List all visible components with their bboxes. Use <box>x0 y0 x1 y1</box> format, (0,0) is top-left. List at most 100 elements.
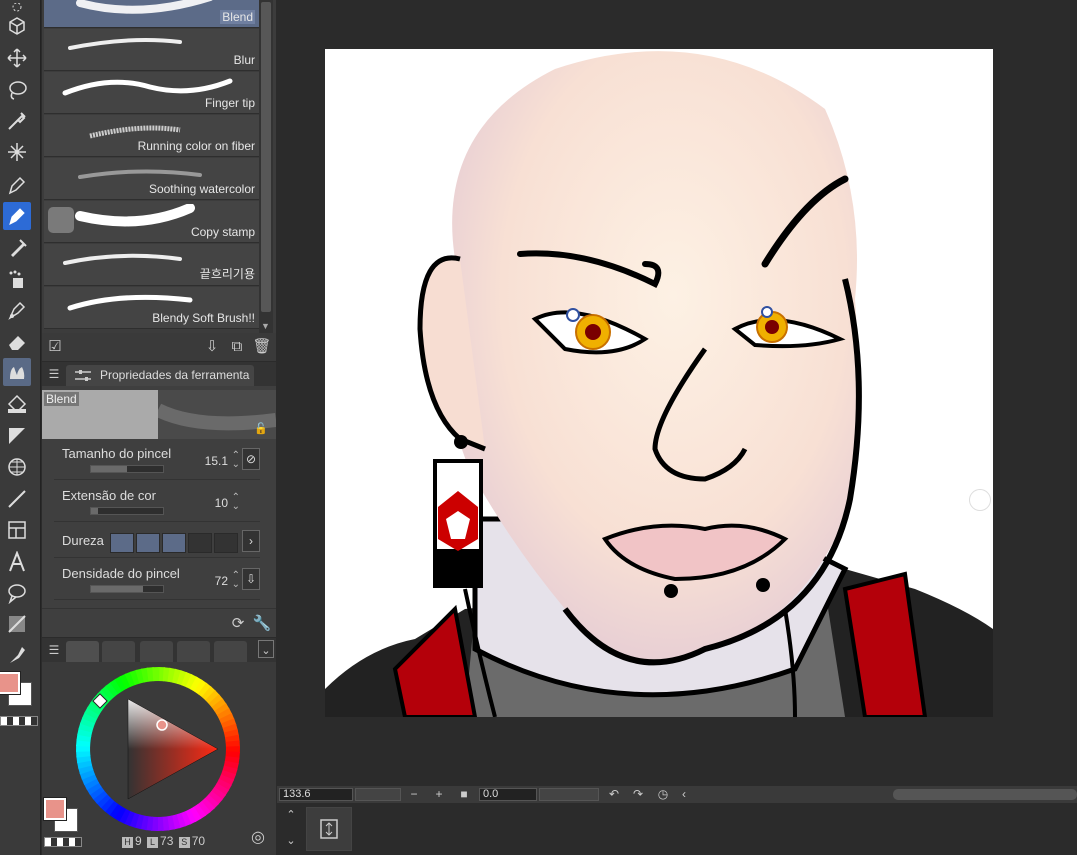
airbrush-icon[interactable] <box>3 234 31 262</box>
canvas-area[interactable] <box>277 0 1077 786</box>
brush-item-blend[interactable]: Blend <box>44 0 259 28</box>
chevron-left-icon[interactable]: ‹ <box>677 787 691 801</box>
panel-transparent-color[interactable] <box>44 837 82 847</box>
transparent-color[interactable] <box>0 716 38 726</box>
brush-name: Blend <box>220 10 255 24</box>
brush-size-value[interactable]: 15.1 <box>205 454 228 468</box>
menu-icon[interactable]: ☰ <box>44 364 64 384</box>
main-sub-color-swatch[interactable] <box>0 672 34 708</box>
object-select-icon[interactable] <box>3 13 31 41</box>
timeline-toggle-button[interactable] <box>306 807 352 851</box>
wrench-icon[interactable]: 🔧 <box>252 614 272 634</box>
hardness-label: Dureza <box>62 533 104 548</box>
brush-item-soothing-watercolor[interactable]: Soothing watercolor <box>44 158 259 200</box>
rotate-right-icon[interactable]: ↷ <box>631 787 645 801</box>
line-tool-icon[interactable] <box>3 485 31 513</box>
eyedropper-icon[interactable] <box>3 107 31 135</box>
tab-color-slider[interactable] <box>102 641 135 662</box>
horizontal-scrollbar[interactable] <box>893 789 1077 800</box>
brush-item-blendy-soft[interactable]: Blendy Soft Brush!! <box>44 287 259 329</box>
hardness-step[interactable] <box>136 533 160 553</box>
rotation-field[interactable]: 0.0 <box>479 788 537 801</box>
import-icon[interactable]: ⇩ <box>202 337 222 357</box>
tab-intermediate-color[interactable] <box>177 641 210 662</box>
balloon-icon[interactable] <box>3 579 31 607</box>
tab-tool-property[interactable]: Propriedades da ferramenta <box>66 365 254 386</box>
chevron-down-icon[interactable]: ⌄ <box>258 640 274 658</box>
hardness-step[interactable] <box>162 533 186 553</box>
chevron-right-icon[interactable]: › <box>242 530 260 552</box>
decoration-icon[interactable] <box>3 265 31 293</box>
spin-icon[interactable]: ⌃ ⌄ <box>232 451 240 470</box>
main-color[interactable] <box>0 672 20 694</box>
move-icon[interactable] <box>3 44 31 72</box>
sub-tool-settings-icon[interactable]: ☑ <box>45 337 65 357</box>
tab-color-wheel[interactable] <box>66 641 99 662</box>
text-tool-icon[interactable] <box>3 548 31 576</box>
main-color[interactable] <box>44 798 66 820</box>
zoom-slider[interactable] <box>355 788 401 801</box>
color-tabbar: ☰ ⌄ <box>42 638 276 662</box>
ink-pen-icon[interactable] <box>3 296 31 324</box>
panel-frame-icon[interactable] <box>3 516 31 544</box>
zoom-out-icon[interactable]: − <box>407 787 421 801</box>
scroll-thumb[interactable] <box>261 2 271 312</box>
eraser-icon[interactable] <box>3 327 31 355</box>
l-value: 73 <box>160 834 174 848</box>
tab-color-set[interactable] <box>140 641 173 662</box>
tab-approximate-color[interactable] <box>214 641 247 662</box>
zoom-field[interactable]: 133.6 <box>279 788 353 801</box>
lasso-icon[interactable] <box>3 76 31 104</box>
hardness-step[interactable] <box>214 533 238 553</box>
color-wheel[interactable] <box>74 665 242 833</box>
density-effect-icon[interactable]: ⇩ <box>242 568 260 590</box>
hardness-step[interactable] <box>188 533 212 553</box>
brush-density-label: Densidade do pincel <box>62 566 180 581</box>
zoom-in-icon[interactable]: + <box>432 787 446 801</box>
brush-item-copy-stamp[interactable]: Copy stamp <box>44 201 259 243</box>
brush-item-running-color[interactable]: Running color on fiber <box>44 115 259 157</box>
chevron-up-icon[interactable]: ⌃ <box>281 805 301 825</box>
hardness-row: Dureza › <box>54 524 260 558</box>
brush-list-scrollbar[interactable]: ▼ <box>259 0 273 333</box>
brush-size-slider[interactable] <box>90 465 164 473</box>
double-chevron-down-icon[interactable]: ⌄ <box>281 831 301 851</box>
hardness-step[interactable] <box>110 533 134 553</box>
brush-list-panel: Blend Blur Finger tip Running color on f… <box>42 0 276 333</box>
rotate-left-icon[interactable]: ↶ <box>607 787 621 801</box>
drawing-canvas[interactable] <box>325 49 993 717</box>
hls-readout: H9 L 73 S 70 <box>120 834 205 848</box>
correct-line-icon[interactable] <box>3 641 31 669</box>
panel-main-sub-swatch[interactable] <box>44 798 80 834</box>
spin-icon[interactable]: ⌃ ⌄ <box>232 493 240 512</box>
fill-icon[interactable] <box>3 390 31 418</box>
brush-preview: Blend 🔓 <box>42 390 276 439</box>
brush-item-blur[interactable]: Blur <box>44 29 259 71</box>
brush-density-value[interactable]: 72 <box>215 574 228 588</box>
menu-icon[interactable]: ☰ <box>44 640 64 660</box>
blend-tool-icon[interactable] <box>3 358 31 386</box>
ruler-icon[interactable] <box>3 610 31 638</box>
lock-icon[interactable]: 🔓 <box>254 422 268 435</box>
duplicate-icon[interactable]: ⧉ <box>227 337 247 357</box>
color-extension-slider[interactable] <box>90 507 164 515</box>
spin-icon[interactable]: ⌃ ⌄ <box>232 571 240 590</box>
color-mode-icon[interactable]: ◎ <box>248 828 268 848</box>
fit-icon[interactable]: ■ <box>457 787 471 801</box>
brush-density-slider[interactable] <box>90 585 164 593</box>
reset-icon[interactable]: ⟳ <box>228 614 248 634</box>
frame-icon[interactable] <box>3 453 31 481</box>
brush-item-finger-tip[interactable]: Finger tip <box>44 72 259 114</box>
pen-icon[interactable] <box>3 171 31 199</box>
color-extension-value[interactable]: 10 <box>215 496 228 510</box>
brush-icon[interactable] <box>3 202 31 230</box>
gradient-icon[interactable] <box>3 422 31 450</box>
size-effect-icon[interactable]: ⊘ <box>242 448 260 470</box>
brush-item-korean[interactable]: 끝흐리기용 <box>44 244 259 286</box>
reset-rotation-icon[interactable]: ◷ <box>656 787 670 801</box>
trash-icon[interactable]: 🗑 <box>252 337 272 357</box>
auto-select-icon[interactable] <box>3 138 31 166</box>
rotation-slider[interactable] <box>539 788 599 801</box>
scroll-down-icon[interactable]: ▼ <box>261 321 270 331</box>
brush-name: Finger tip <box>204 96 255 110</box>
